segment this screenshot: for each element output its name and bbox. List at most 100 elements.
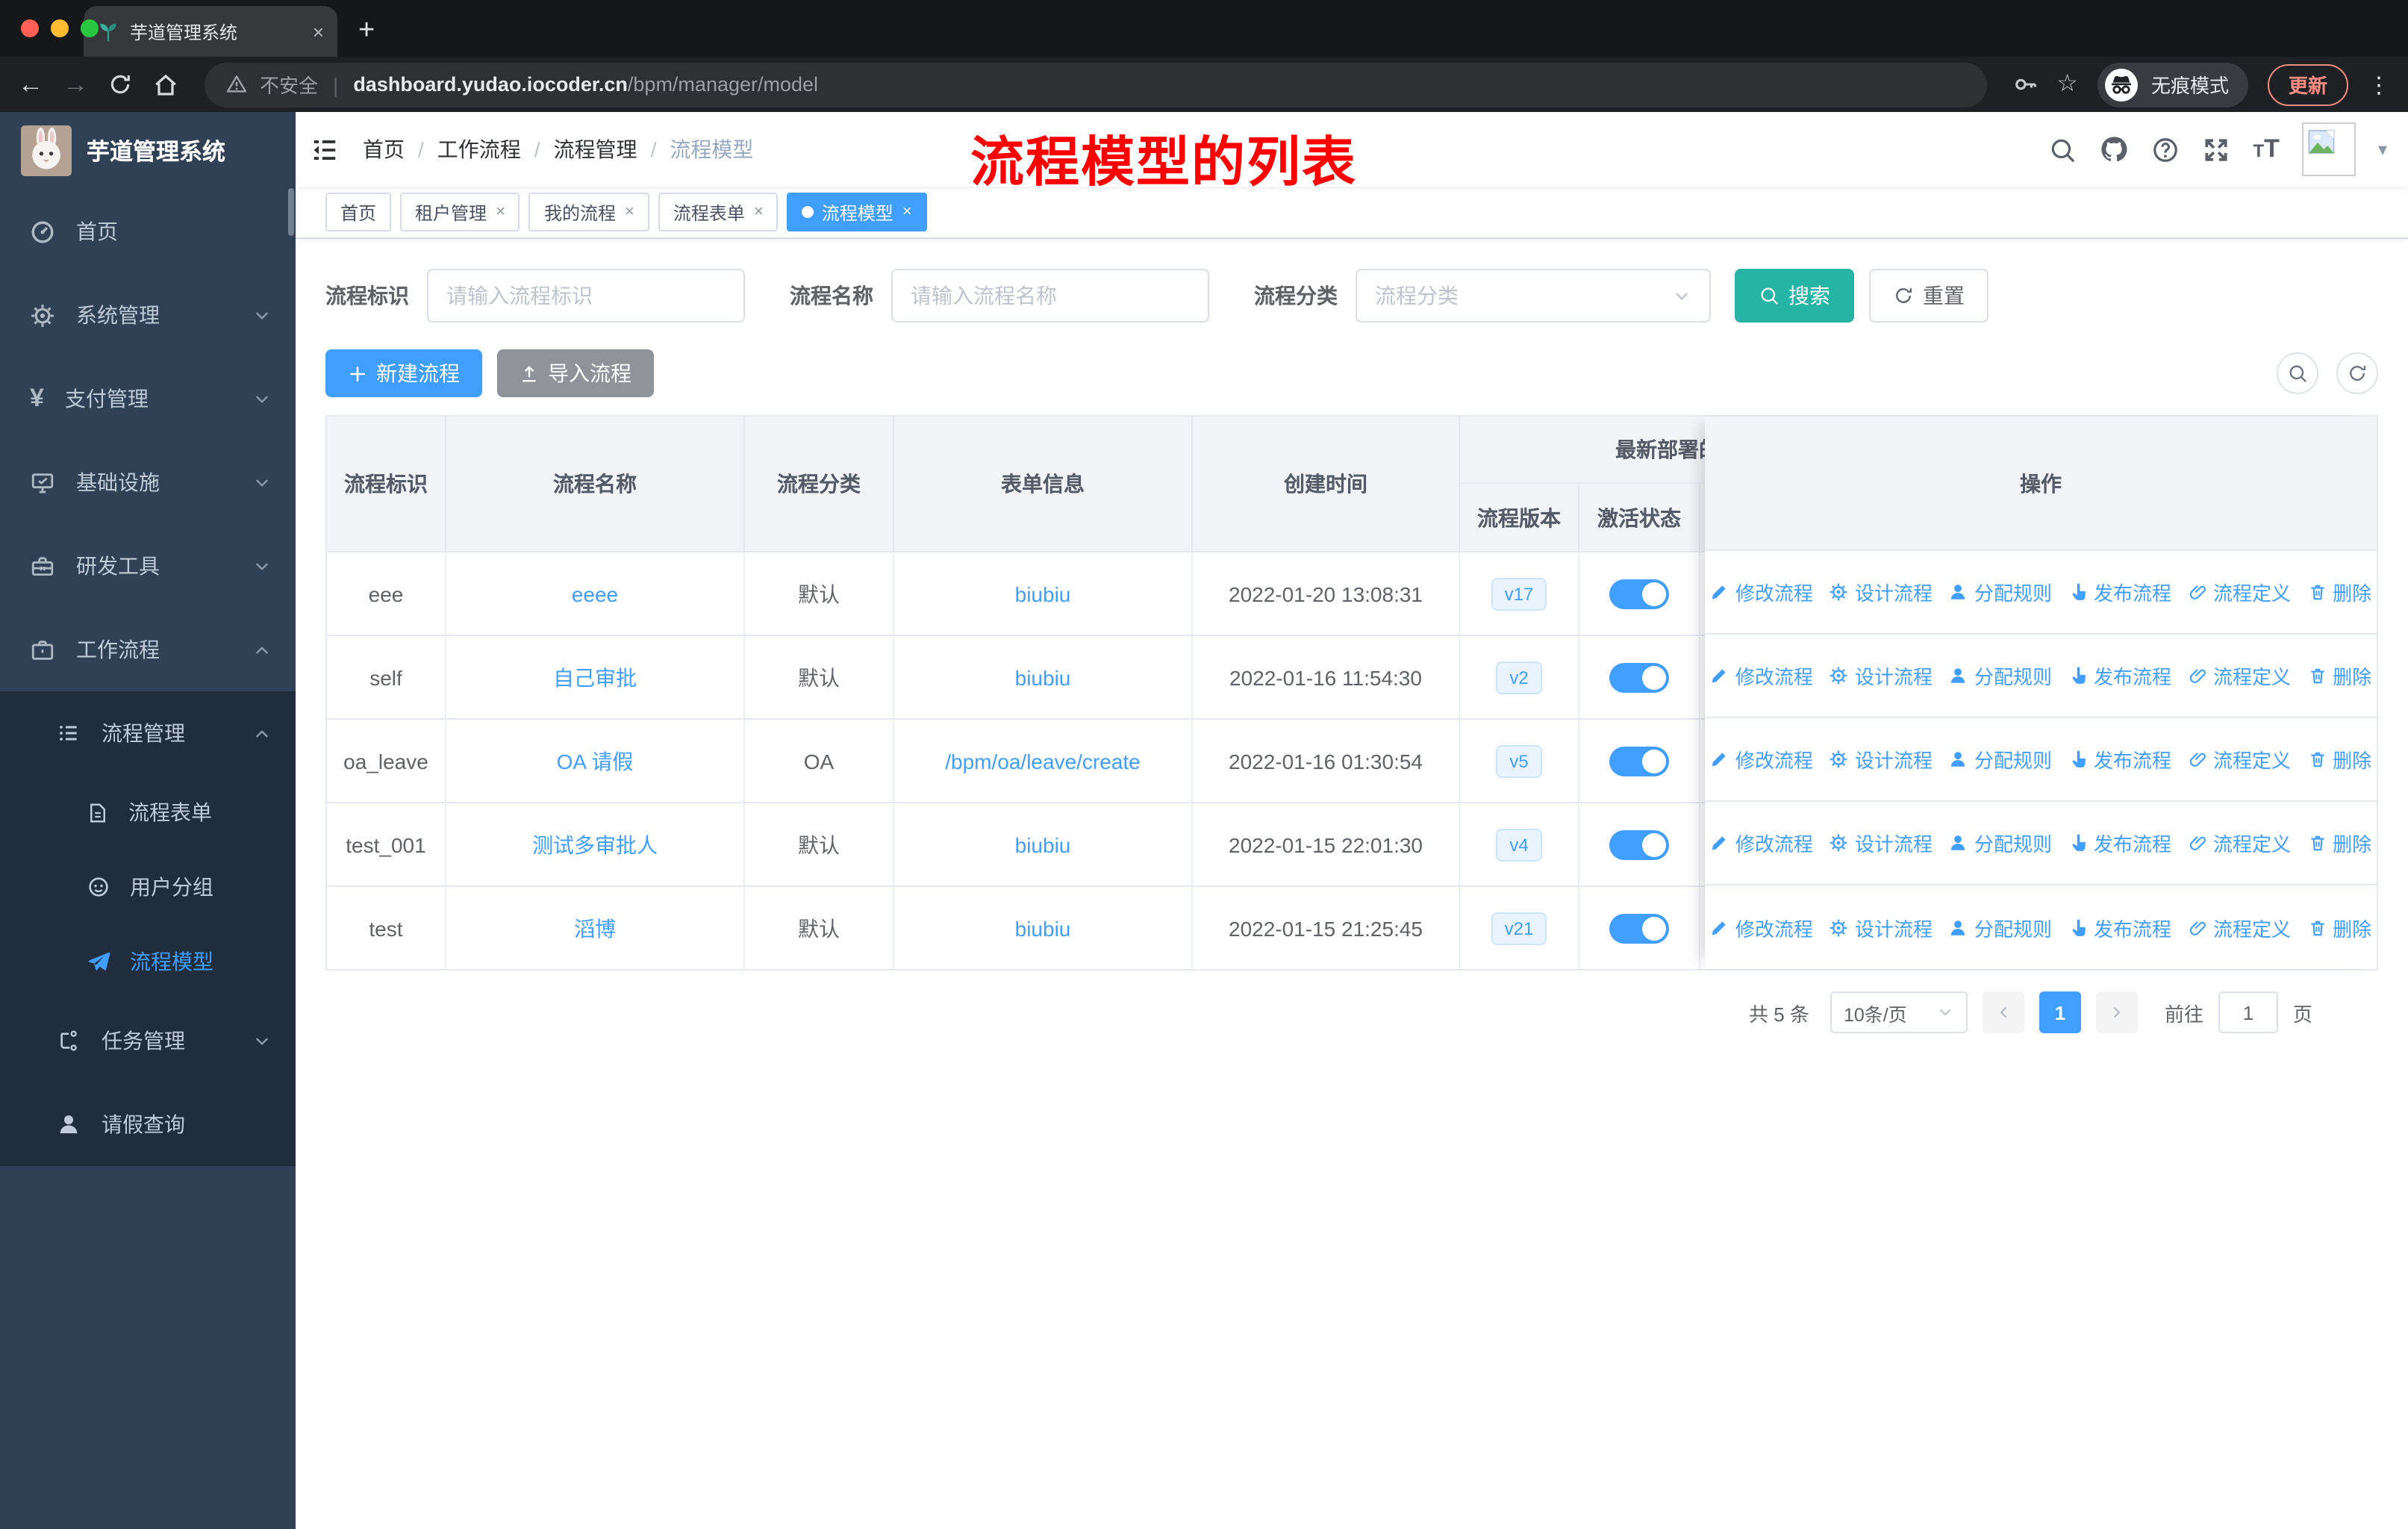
breadcrumb-process-manage[interactable]: 流程管理 <box>554 134 637 164</box>
tag-process-model-active[interactable]: 流程模型 × <box>787 193 927 231</box>
goto-page-input[interactable] <box>2218 991 2278 1033</box>
reload-button[interactable] <box>107 72 133 97</box>
version-badge[interactable]: v2 <box>1496 661 1542 694</box>
action-assign-rule[interactable]: 分配规则 <box>1949 661 2052 690</box>
action-process-definition[interactable]: 流程定义 <box>2188 745 2291 773</box>
action-publish-process[interactable]: 发布流程 <box>2068 578 2171 606</box>
tag-tenant[interactable]: 租户管理 × <box>400 193 520 231</box>
form-info-link[interactable]: /bpm/oa/leave/create <box>894 720 1193 802</box>
sidebar-item-infra[interactable]: 基础设施 <box>0 440 296 524</box>
sidebar-item-process-model[interactable]: 流程模型 <box>0 924 296 999</box>
sidebar-item-process-manage[interactable]: 流程管理 <box>0 691 296 775</box>
breadcrumb-home[interactable]: 首页 <box>363 134 405 164</box>
tag-close-icon[interactable]: × <box>496 203 505 221</box>
show-search-toggle-button[interactable] <box>2277 352 2318 394</box>
minimize-window-button[interactable] <box>51 19 69 37</box>
github-icon[interactable] <box>2099 134 2129 164</box>
chrome-update-button[interactable]: 更新 <box>2267 63 2348 105</box>
form-info-link[interactable]: biubiu <box>894 887 1193 969</box>
form-info-link[interactable]: biubiu <box>894 636 1193 718</box>
action-delete[interactable]: 删除 <box>2307 913 2371 941</box>
sidebar-item-process-form[interactable]: 流程表单 <box>0 775 296 850</box>
action-edit-process[interactable]: 修改流程 <box>1710 661 1813 690</box>
next-page-button[interactable] <box>2095 991 2138 1033</box>
font-size-icon[interactable]: TT <box>2253 134 2279 164</box>
breadcrumb-workflow[interactable]: 工作流程 <box>437 134 521 164</box>
action-assign-rule[interactable]: 分配规则 <box>1949 578 2052 606</box>
version-badge[interactable]: v4 <box>1496 828 1542 861</box>
tag-home[interactable]: 首页 <box>325 193 392 231</box>
home-button[interactable] <box>152 71 179 98</box>
window-controls[interactable] <box>21 19 99 37</box>
process-name-link[interactable]: 自己审批 <box>446 636 745 718</box>
process-name-link[interactable]: 滔博 <box>446 887 745 969</box>
action-edit-process[interactable]: 修改流程 <box>1710 578 1813 606</box>
tab-close-icon[interactable]: × <box>313 20 324 43</box>
action-delete[interactable]: 删除 <box>2307 661 2371 690</box>
action-process-definition[interactable]: 流程定义 <box>2188 913 2291 941</box>
process-name-link[interactable]: OA 请假 <box>446 720 745 802</box>
sidebar-item-devtools[interactable]: 研发工具 <box>0 524 296 608</box>
category-select[interactable]: 流程分类 <box>1356 269 1711 323</box>
action-design-process[interactable]: 设计流程 <box>1830 578 1933 606</box>
tag-close-icon[interactable]: × <box>754 203 764 221</box>
action-assign-rule[interactable]: 分配规则 <box>1949 829 2052 857</box>
form-info-link[interactable]: biubiu <box>894 552 1193 635</box>
action-edit-process[interactable]: 修改流程 <box>1710 745 1813 773</box>
action-delete[interactable]: 删除 <box>2307 578 2371 606</box>
process-name-link[interactable]: eeee <box>446 552 745 635</box>
reset-button[interactable]: 重置 <box>1869 269 1989 323</box>
browser-tab[interactable]: 芋道管理系统 × <box>84 6 337 57</box>
version-badge[interactable]: v5 <box>1496 744 1542 777</box>
action-design-process[interactable]: 设计流程 <box>1830 661 1933 690</box>
sidebar-item-workflow[interactable]: 工作流程 <box>0 608 296 691</box>
tag-close-icon[interactable]: × <box>902 203 912 221</box>
action-publish-process[interactable]: 发布流程 <box>2068 829 2171 857</box>
version-badge[interactable]: v21 <box>1491 912 1547 944</box>
page-size-select[interactable]: 10条/页 <box>1830 991 1968 1033</box>
fullscreen-icon[interactable] <box>2202 135 2230 164</box>
active-toggle[interactable] <box>1609 662 1669 692</box>
search-icon[interactable] <box>2048 135 2077 164</box>
action-process-definition[interactable]: 流程定义 <box>2188 661 2291 690</box>
action-publish-process[interactable]: 发布流程 <box>2068 745 2171 773</box>
process-name-input[interactable] <box>891 269 1209 323</box>
action-design-process[interactable]: 设计流程 <box>1830 745 1933 773</box>
action-delete[interactable]: 删除 <box>2307 829 2371 857</box>
active-toggle[interactable] <box>1609 746 1669 776</box>
sidebar-item-system[interactable]: 系统管理 <box>0 273 296 357</box>
active-toggle[interactable] <box>1609 829 1669 859</box>
new-tab-button[interactable]: + <box>358 6 375 57</box>
action-publish-process[interactable]: 发布流程 <box>2068 661 2171 690</box>
process-name-link[interactable]: 测试多审批人 <box>446 803 745 885</box>
avatar-caret-icon[interactable]: ▾ <box>2378 139 2387 160</box>
sidebar-collapse-icon[interactable] <box>311 135 339 164</box>
action-publish-process[interactable]: 发布流程 <box>2068 913 2171 941</box>
sidebar-item-home[interactable]: 首页 <box>0 190 296 273</box>
back-button[interactable]: ← <box>18 72 43 97</box>
action-design-process[interactable]: 设计流程 <box>1830 829 1933 857</box>
bookmark-star-icon[interactable]: ☆ <box>2056 72 2078 96</box>
sidebar-item-pay[interactable]: ¥ 支付管理 <box>0 357 296 440</box>
search-button[interactable]: 搜索 <box>1735 269 1854 323</box>
refresh-table-button[interactable] <box>2336 352 2378 394</box>
tag-process-form[interactable]: 流程表单 × <box>658 193 779 231</box>
action-assign-rule[interactable]: 分配规则 <box>1949 913 2052 941</box>
action-process-definition[interactable]: 流程定义 <box>2188 578 2291 606</box>
action-delete[interactable]: 删除 <box>2307 745 2371 773</box>
active-toggle[interactable] <box>1609 579 1669 608</box>
form-info-link[interactable]: biubiu <box>894 803 1193 885</box>
sidebar-item-task-manage[interactable]: 任务管理 <box>0 999 296 1083</box>
browser-menu-icon[interactable]: ⋮ <box>2368 71 2390 98</box>
prev-page-button[interactable] <box>1982 991 2024 1033</box>
app-logo-row[interactable]: 芋道管理系统 <box>0 112 296 190</box>
help-icon[interactable] <box>2151 135 2180 164</box>
sidebar-item-leave-query[interactable]: 请假查询 <box>0 1083 296 1166</box>
action-assign-rule[interactable]: 分配规则 <box>1949 745 2052 773</box>
current-page-button[interactable]: 1 <box>2039 991 2081 1033</box>
import-process-button[interactable]: 导入流程 <box>497 349 654 397</box>
active-toggle[interactable] <box>1609 913 1669 943</box>
tag-close-icon[interactable]: × <box>625 203 634 221</box>
tag-my-process[interactable]: 我的流程 × <box>528 193 649 231</box>
action-process-definition[interactable]: 流程定义 <box>2188 829 2291 857</box>
